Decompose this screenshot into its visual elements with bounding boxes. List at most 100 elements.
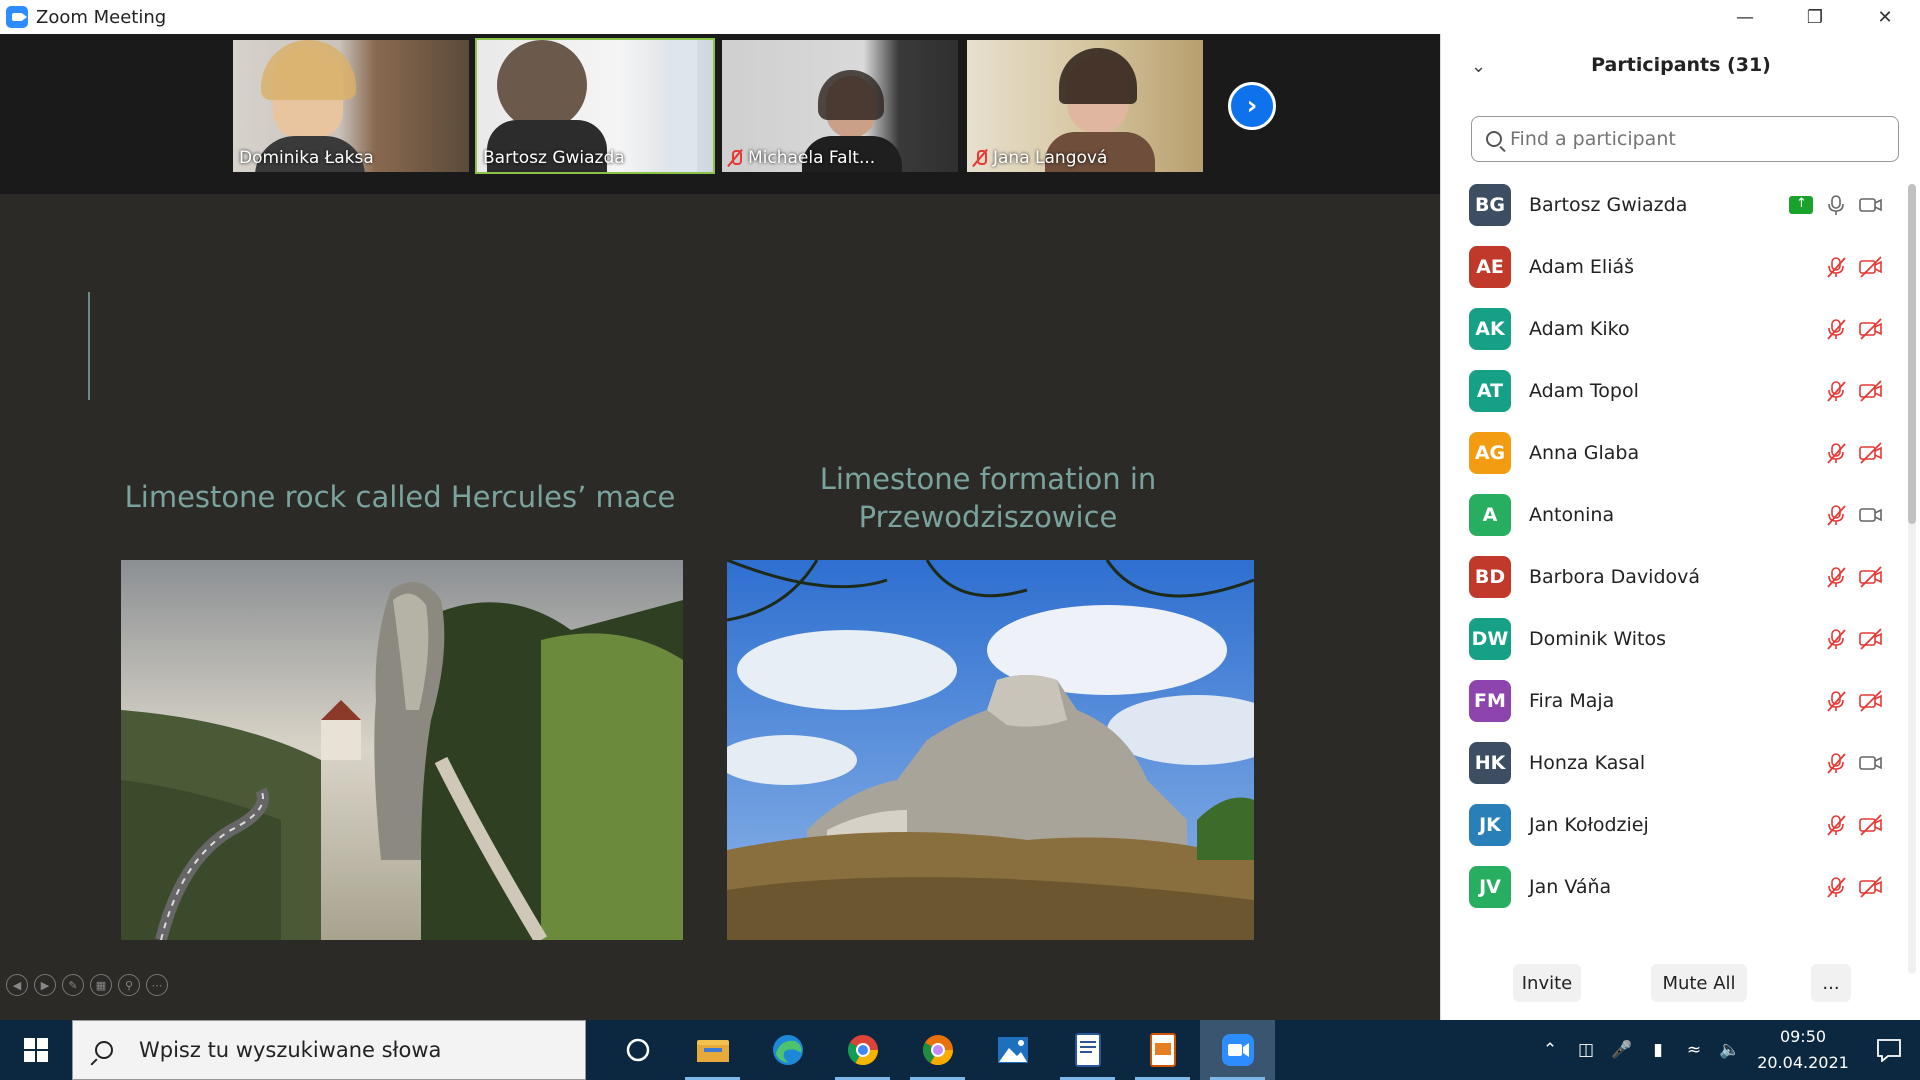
participant-row[interactable]: AK Adam Kiko: [1441, 298, 1911, 360]
impress-presentation-icon[interactable]: [1125, 1020, 1200, 1080]
mic-muted-icon[interactable]: [1825, 442, 1847, 464]
muted-mic-icon: [973, 149, 987, 167]
battery-icon[interactable]: ▮: [1640, 1020, 1676, 1080]
more-options-icon[interactable]: ⋯: [146, 974, 168, 996]
next-page-button[interactable]: ›: [1228, 82, 1276, 130]
next-slide-icon[interactable]: ▶: [34, 974, 56, 996]
meet-now-icon[interactable]: ◫: [1568, 1020, 1604, 1080]
system-tray: ⌃ ◫ 🎤 ▮ ≈ 🔈 09:50 20.04.2021: [1532, 1020, 1920, 1080]
participant-name: Anna Glaba: [1529, 442, 1640, 464]
zoom-taskbar-icon[interactable]: [1200, 1020, 1275, 1080]
zoom-app-icon: [6, 6, 28, 28]
photo-limestone-formation: [727, 560, 1254, 940]
participant-avatar: BD: [1469, 556, 1511, 598]
start-button[interactable]: [0, 1020, 72, 1080]
close-button[interactable]: ✕: [1850, 0, 1920, 34]
participant-row[interactable]: JK Jan Kołodziej: [1441, 794, 1911, 856]
participant-name: Jan Kołodziej: [1529, 814, 1649, 836]
title-bar: Zoom Meeting — ❐ ✕: [0, 0, 1920, 34]
invite-button[interactable]: Invite: [1513, 964, 1581, 1002]
mic-muted-icon[interactable]: [1825, 814, 1847, 836]
cortana-icon[interactable]: [600, 1020, 675, 1080]
mic-muted-icon[interactable]: [1825, 318, 1847, 340]
participant-row[interactable]: A Antonina: [1441, 484, 1911, 546]
participant-row[interactable]: AT Adam Topol: [1441, 360, 1911, 422]
participant-list: BG Bartosz Gwiazda AE Adam Eliáš AK Adam Kiko…: [1441, 174, 1911, 944]
participant-list-scrollbar[interactable]: [1908, 184, 1916, 974]
video-off-icon[interactable]: [1859, 566, 1882, 588]
video-off-icon[interactable]: [1859, 442, 1882, 464]
edge-browser-icon[interactable]: [750, 1020, 825, 1080]
video-off-icon[interactable]: [1859, 318, 1882, 340]
video-off-icon[interactable]: [1859, 690, 1882, 712]
video-tile-active-speaker[interactable]: Bartosz Gwiazda: [475, 38, 715, 174]
notifications-icon[interactable]: [1858, 1020, 1920, 1080]
mute-all-button[interactable]: Mute All: [1651, 964, 1747, 1002]
taskbar-clock[interactable]: 09:50 20.04.2021: [1748, 1024, 1858, 1076]
restore-button[interactable]: ❐: [1780, 0, 1850, 34]
slide-caption-right: Limestone formation in Przewodziszowice: [728, 460, 1248, 536]
chrome-profile-icon[interactable]: [900, 1020, 975, 1080]
participant-name: Adam Topol: [1529, 380, 1639, 402]
mic-muted-icon[interactable]: [1825, 380, 1847, 402]
mic-muted-icon[interactable]: [1825, 504, 1847, 526]
video-camera-icon[interactable]: [1859, 752, 1882, 774]
participant-avatar: AT: [1469, 370, 1511, 412]
participant-name: Antonina: [1529, 504, 1615, 526]
participant-avatar: JK: [1469, 804, 1511, 846]
participant-search-input[interactable]: [1510, 128, 1870, 150]
file-explorer-icon[interactable]: [675, 1020, 750, 1080]
more-button[interactable]: ...: [1811, 964, 1851, 1002]
video-off-icon[interactable]: [1859, 256, 1882, 278]
show-hidden-icons-chevron-icon[interactable]: ⌃: [1532, 1020, 1568, 1080]
participant-row[interactable]: HK Honza Kasal: [1441, 732, 1911, 794]
chevron-right-icon: ›: [1246, 91, 1258, 121]
video-tile[interactable]: Dominika Łaksa: [231, 38, 471, 174]
video-off-icon[interactable]: [1859, 628, 1882, 650]
photo-hercules-mace: [121, 560, 683, 940]
participant-row[interactable]: JV Jan Váňa: [1441, 856, 1911, 918]
scrollbar-thumb[interactable]: [1908, 184, 1916, 524]
video-off-icon[interactable]: [1859, 814, 1882, 836]
word-document-icon[interactable]: [1050, 1020, 1125, 1080]
volume-icon[interactable]: 🔈: [1712, 1020, 1748, 1080]
participant-search-box[interactable]: [1471, 116, 1899, 162]
mic-muted-icon[interactable]: [1825, 256, 1847, 278]
mic-muted-icon[interactable]: [1825, 876, 1847, 898]
windows-logo-icon: [24, 1038, 48, 1062]
video-off-icon[interactable]: [1859, 380, 1882, 402]
participants-title: Participants (31): [1591, 54, 1771, 76]
minimize-button[interactable]: —: [1710, 0, 1780, 34]
zoom-icon[interactable]: ⚲: [118, 974, 140, 996]
tile-name-label: Michaela Falt...: [728, 148, 875, 168]
participant-row[interactable]: DW Dominik Witos: [1441, 608, 1911, 670]
participant-row[interactable]: BD Barbora Davidová: [1441, 546, 1911, 608]
participant-row[interactable]: BG Bartosz Gwiazda: [1441, 174, 1911, 236]
participant-avatar: JV: [1469, 866, 1511, 908]
video-tile[interactable]: Jana Langová: [965, 38, 1205, 174]
participant-row[interactable]: FM Fira Maja: [1441, 670, 1911, 732]
microphone-icon[interactable]: 🎤: [1604, 1020, 1640, 1080]
video-off-icon[interactable]: [1859, 876, 1882, 898]
participant-name: Adam Kiko: [1529, 318, 1630, 340]
mic-muted-icon[interactable]: [1825, 752, 1847, 774]
mic-muted-icon[interactable]: [1825, 566, 1847, 588]
taskbar-search-box[interactable]: Wpisz tu wyszukiwane słowa: [72, 1020, 586, 1080]
slides-grid-icon[interactable]: ▦: [90, 974, 112, 996]
pen-icon[interactable]: ✎: [62, 974, 84, 996]
video-camera-icon[interactable]: [1859, 194, 1882, 216]
participant-row[interactable]: AE Adam Eliáš: [1441, 236, 1911, 298]
video-camera-icon[interactable]: [1859, 504, 1882, 526]
mic-icon[interactable]: [1825, 194, 1847, 216]
mic-muted-icon[interactable]: [1825, 690, 1847, 712]
mic-muted-icon[interactable]: [1825, 628, 1847, 650]
participant-avatar: HK: [1469, 742, 1511, 784]
wifi-icon[interactable]: ≈: [1676, 1020, 1712, 1080]
video-tile[interactable]: Michaela Falt...: [720, 38, 960, 174]
participant-name: Barbora Davidová: [1529, 566, 1701, 588]
photos-app-icon[interactable]: [975, 1020, 1050, 1080]
chrome-browser-icon[interactable]: [825, 1020, 900, 1080]
prev-slide-icon[interactable]: ◀: [6, 974, 28, 996]
participant-row[interactable]: AG Anna Glaba: [1441, 422, 1911, 484]
participant-name: Bartosz Gwiazda: [1529, 194, 1688, 216]
